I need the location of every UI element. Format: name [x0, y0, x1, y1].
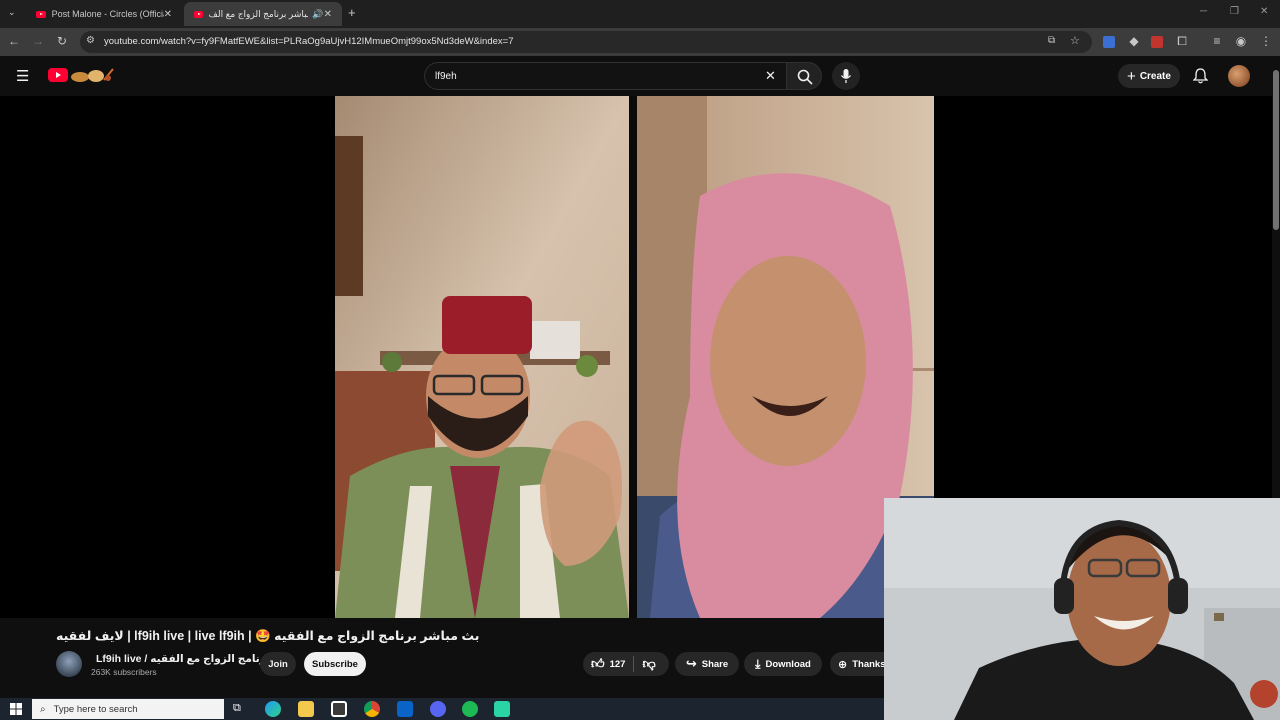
account-avatar[interactable]	[1228, 65, 1250, 87]
share-arrow-icon: ↪	[685, 656, 697, 671]
extension-icon[interactable]: ◆	[1126, 34, 1142, 48]
left-caller-feed	[335, 96, 629, 618]
speaker-icon[interactable]: 🔊	[312, 9, 323, 20]
window-close-icon[interactable]: ✕	[1260, 6, 1268, 17]
video-title: لايف لفقيه | lf9ih live | live lf9ih | 🤩…	[56, 629, 480, 643]
maximize-icon[interactable]: ❐	[1230, 6, 1239, 17]
taskbar-search-placeholder: Type here to search	[53, 703, 138, 715]
search-input[interactable]: lf9eh ✕	[424, 62, 786, 90]
file-explorer-icon[interactable]	[298, 701, 314, 717]
youtube-masthead: ☰ lf9eh ✕ + Create	[0, 56, 1280, 96]
microphone-icon	[840, 69, 852, 83]
close-icon[interactable]: ✕	[164, 9, 172, 20]
site-info-icon[interactable]: ⚙	[86, 35, 95, 46]
webcam-overlay	[884, 498, 1280, 720]
magnifier-icon: ⌕	[40, 703, 46, 715]
webcam-feed	[884, 498, 1280, 720]
channel-name-text: Lf9ih live / برنامج الزواج مع الفقيه	[96, 653, 271, 665]
spotify-icon[interactable]	[462, 701, 478, 717]
thumbs-down-icon[interactable]: 👎︎	[642, 656, 655, 672]
tab-title: Post Malone - Circles (Official M	[51, 9, 164, 19]
url-text[interactable]: youtube.com/watch?v=fy9FMatfEWE&list=PLR…	[104, 36, 513, 47]
scrollbar-thumb[interactable]	[1273, 70, 1279, 230]
channel-name-link[interactable]: Lf9ih live / برنامج الزواج مع الفقيه ✔	[96, 653, 284, 665]
install-icon[interactable]: ⧉	[1048, 35, 1055, 46]
windows-taskbar: ⌕ Type here to search ⧉	[0, 698, 884, 720]
thumbs-up-icon[interactable]: 👍︎	[591, 656, 605, 672]
youtube-logo-icon[interactable]	[48, 68, 68, 82]
create-label: Create	[1139, 70, 1171, 82]
download-icon: ⤓	[755, 656, 761, 671]
join-button[interactable]: Join	[260, 652, 296, 676]
plus-icon: +	[1127, 67, 1136, 85]
new-tab-icon[interactable]: +	[348, 5, 356, 20]
outlook-icon[interactable]	[397, 701, 413, 717]
create-button[interactable]: + Create	[1118, 64, 1180, 88]
subscriber-count: 263K subscribers	[91, 667, 157, 677]
tab-search-icon[interactable]: ⌄	[8, 7, 16, 18]
chrome-menu-icon[interactable]: ⋮	[1258, 34, 1274, 48]
thanks-label: Thanks	[852, 658, 886, 670]
tab-current-video[interactable]: بث مباشر برنامج الزواج مع الف 🔊 ✕	[184, 2, 342, 26]
browser-toolbar: ← → ↻ ⚙ youtube.com/watch?v=fy9FMatfEWE&…	[0, 28, 1280, 56]
search-query-text: lf9eh	[435, 71, 457, 82]
forward-icon[interactable]: →	[30, 34, 46, 48]
reload-icon[interactable]: ↻	[54, 34, 70, 48]
join-label: Join	[268, 658, 288, 670]
search-button[interactable]	[786, 62, 822, 90]
channel-avatar[interactable]	[56, 651, 82, 677]
media-control-icon[interactable]: ≡	[1209, 34, 1225, 48]
download-label: Download	[765, 658, 811, 670]
subscribe-label: Subscribe	[312, 658, 358, 670]
share-label: Share	[701, 658, 729, 670]
back-icon[interactable]: ←	[6, 34, 22, 48]
like-count[interactable]: 127	[610, 659, 626, 670]
youtube-favicon-icon	[194, 10, 203, 18]
bookmark-star-icon[interactable]: ☆	[1070, 34, 1080, 47]
logo-doodle-icon[interactable]	[70, 66, 114, 84]
capture-app-icon[interactable]	[494, 701, 510, 717]
minimize-icon[interactable]: ─	[1200, 6, 1207, 17]
chrome-icon[interactable]	[364, 701, 380, 717]
tab-post-malone[interactable]: Post Malone - Circles (Official M ✕	[26, 2, 182, 26]
youtube-favicon-icon	[36, 10, 46, 18]
clear-search-icon[interactable]: ✕	[765, 68, 776, 84]
taskbar-search-input[interactable]: ⌕ Type here to search	[32, 699, 224, 719]
notifications-bell-icon[interactable]	[1193, 68, 1208, 84]
divider	[633, 656, 635, 672]
voice-search-button[interactable]	[832, 62, 860, 90]
subscribe-button[interactable]: Subscribe	[304, 652, 366, 676]
windows-start-icon[interactable]	[10, 703, 22, 715]
address-bar[interactable]: ⚙ youtube.com/watch?v=fy9FMatfEWE&list=P…	[80, 31, 1092, 53]
puzzle-icon[interactable]: ⧠	[1174, 34, 1190, 49]
translate-extension-icon[interactable]	[1103, 36, 1115, 48]
share-button[interactable]: ↪ Share	[675, 652, 739, 676]
profile-icon[interactable]: ◉	[1233, 34, 1249, 48]
super-thanks-icon: ⊕	[838, 658, 848, 671]
task-view-icon[interactable]: ⧉	[233, 702, 241, 715]
like-dislike-group: 👍︎ 127 👎︎	[583, 652, 669, 676]
discord-icon[interactable]	[430, 701, 446, 717]
tab-title: بث مباشر برنامج الزواج مع الف	[208, 8, 309, 19]
hamburger-menu-icon[interactable]: ☰	[16, 67, 29, 85]
adblock-extension-icon[interactable]	[1151, 36, 1163, 48]
store-icon[interactable]	[331, 701, 347, 717]
edge-icon[interactable]	[265, 701, 281, 717]
close-icon[interactable]: ✕	[324, 9, 332, 20]
search-icon	[797, 69, 813, 85]
download-button[interactable]: ⤓ Download	[744, 652, 822, 676]
browser-tab-strip: ⌄ Post Malone - Circles (Official M ✕ بث…	[0, 0, 1280, 28]
